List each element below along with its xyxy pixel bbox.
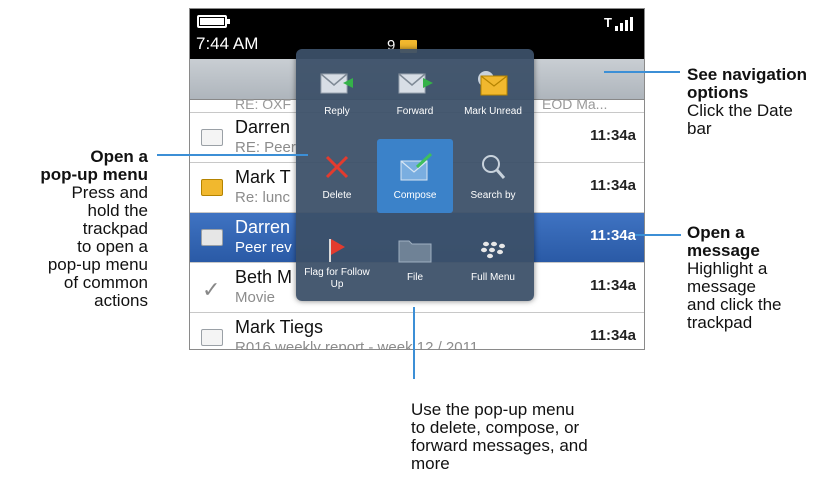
message-subject: Peer rev [235,239,292,256]
compose-button[interactable]: Compose [377,139,453,213]
navigation-callout: See navigation options Click the Date ba… [687,66,835,138]
popup-callout-text: Press and [71,183,148,202]
message-callout-text: Highlight a [687,259,768,278]
message-callout-heading: Open a [687,223,745,242]
forward-label: Forward [396,106,434,117]
message-callout-text: trackpad [687,313,753,332]
popup-callout-text: to open a [77,237,148,256]
reply-button[interactable]: Reply [299,55,375,129]
popup-callout-heading: Open a [90,147,148,166]
message-row[interactable]: Mark Tiegs R016 weekly report - week 12 … [190,313,644,350]
phone-screen: 7:44 AM 9 T RE: OXF EOD Ma... Darren RE:… [189,8,645,350]
mark-unread-label: Mark Unread [464,106,522,117]
navigation-callout-heading: See navigation [687,65,807,84]
opened-envelope-icon [201,229,223,246]
search-by-label: Search by [470,190,516,201]
read-envelope-icon [201,329,223,346]
message-time: 11:34a [590,177,636,194]
read-envelope-icon [201,129,223,146]
message-callout-text: message [687,277,756,296]
flag-button[interactable]: Flag for Follow Up [299,221,375,295]
clock: 7:44 AM [196,34,259,53]
usage-callout: Use the pop-up menu to delete, compose, … [411,401,671,473]
usage-callout-line [413,307,415,379]
message-subject: Movie [235,289,276,306]
popup-callout-text: pop-up menu [47,255,148,274]
reply-icon [299,69,375,99]
blackberry-icon [455,235,531,265]
compose-label: Compose [393,190,437,201]
message-sender: Mark T [235,167,291,187]
usage-callout-text: Use the pop-up menu [411,400,575,419]
forward-button[interactable]: Forward [377,55,453,129]
usage-callout-text: to delete, compose, or [411,418,580,437]
search-by-button[interactable]: Search by [455,139,531,213]
search-icon [455,153,531,183]
message-time: 11:34a [590,327,636,344]
signal-strength-icon: T [604,15,634,31]
popup-callout-text: hold the [87,201,149,220]
message-sender: Darren [235,117,291,137]
message-sender: Darren [235,217,291,237]
navigation-callout-line [604,71,680,73]
popup-callout-heading: pop-up menu [40,165,148,184]
file-button[interactable]: File [377,221,453,295]
battery-icon [197,15,230,28]
message-callout-heading: message [687,241,760,260]
delete-icon [299,153,375,183]
message-callout-text: and click the [687,295,782,314]
flag-label: Flag for Follow Up [304,267,370,290]
message-time: 11:34a [590,227,636,244]
message-subject: Re: lunc [235,189,291,206]
message-callout-line [635,234,681,236]
popup-callout: Open a pop-up menu Press and hold the tr… [0,148,148,310]
navigation-callout-heading: options [687,83,749,102]
message-time: 11:34a [590,277,636,294]
navigation-callout-text: Click the Date [687,101,793,120]
full-menu-button[interactable]: Full Menu [455,221,531,295]
compose-icon [377,152,453,183]
message-subject: R016 weekly report - week 12 / 2011 [235,339,479,350]
forward-icon [377,69,453,99]
message-sender: Mark Tiegs [235,317,324,337]
usage-callout-text: more [411,454,450,473]
mark-unread-icon [455,69,531,99]
full-menu-label: Full Menu [471,272,515,283]
message-subject: RE: OXF [235,96,292,112]
reply-label: Reply [324,106,350,117]
folder-icon [377,235,453,265]
message-callout: Open a message Highlight a message and c… [687,224,835,332]
unread-envelope-icon [201,179,223,196]
flag-icon [299,235,375,265]
usage-callout-text: forward messages, and [411,436,588,455]
popup-callout-text: of common [63,273,148,292]
mark-unread-button[interactable]: Mark Unread [455,55,531,129]
popup-menu: Reply Forward Mark Unread Delete Compose… [296,49,534,301]
navigation-callout-text: bar [687,119,712,138]
popup-callout-text: trackpad [82,219,148,238]
file-label: File [406,272,424,283]
message-time: 11:34a [590,127,636,144]
popup-callout-text: actions [94,291,148,310]
sent-check-icon: ✓ [202,277,221,302]
delete-button[interactable]: Delete [299,139,375,213]
delete-label: Delete [322,190,352,201]
popup-callout-line [157,154,308,156]
message-sender: Beth M [235,267,293,287]
message-subject-end: EOD Ma... [542,96,608,112]
